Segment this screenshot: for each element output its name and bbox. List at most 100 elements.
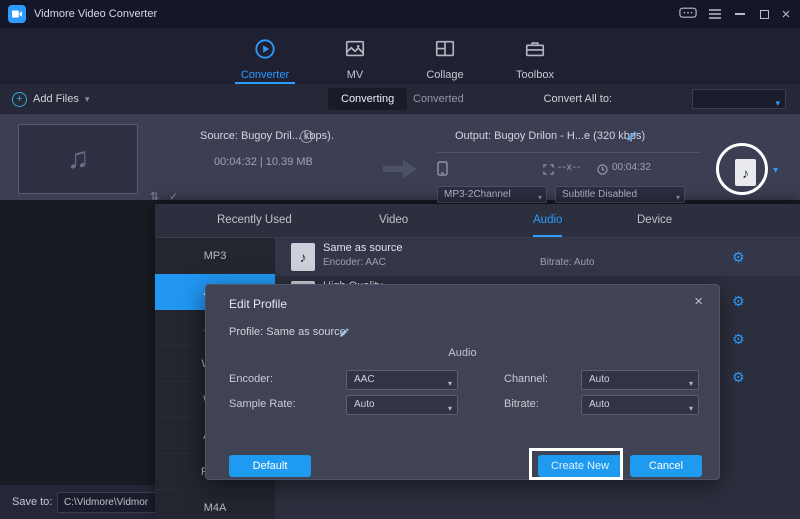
convert-all-select[interactable]: ▾ bbox=[692, 89, 786, 109]
tab-video[interactable]: Video bbox=[379, 204, 408, 237]
chevron-down-icon: ▾ bbox=[689, 400, 693, 418]
bitrate-value: Auto bbox=[589, 399, 610, 410]
chevron-down-icon: ▾ bbox=[538, 190, 542, 205]
chevron-down-icon: ▾ bbox=[775, 94, 780, 112]
chevron-down-icon: ▾ bbox=[676, 190, 680, 205]
tab-converting[interactable]: Converting bbox=[328, 88, 407, 110]
mv-icon bbox=[344, 38, 366, 65]
source-filename: Source: Bugoy Dril... kbps). bbox=[200, 130, 334, 142]
converter-icon bbox=[254, 38, 276, 65]
bitrate-select[interactable]: Auto ▾ bbox=[581, 395, 699, 415]
app-logo-icon bbox=[8, 5, 26, 23]
tab-recently-used[interactable]: Recently Used bbox=[217, 204, 292, 237]
save-to-label: Save to: bbox=[12, 485, 52, 519]
tab-toolbox[interactable]: Toolbox bbox=[505, 32, 565, 84]
crop-icon[interactable] bbox=[543, 162, 554, 180]
dialog-profile-name: Profile: Same as source bbox=[229, 326, 346, 338]
app-title: Vidmore Video Converter bbox=[34, 0, 157, 28]
settings-gear-icon[interactable]: ⚙ bbox=[732, 293, 745, 310]
feedback-icon[interactable] bbox=[676, 0, 700, 28]
chevron-down-icon: ▾ bbox=[85, 94, 90, 105]
tab-collage[interactable]: Collage bbox=[415, 32, 475, 84]
maximize-icon[interactable] bbox=[754, 0, 774, 28]
subtitle-select[interactable]: Subtitle Disabled ▾ bbox=[555, 186, 685, 203]
subtitle-select-value: Subtitle Disabled bbox=[562, 189, 637, 200]
convert-arrow-icon bbox=[383, 158, 417, 185]
main-nav: Converter MV Collage Toolbox bbox=[0, 28, 800, 84]
format-select-value: MP3-2Channel bbox=[444, 189, 511, 200]
dialog-title: Edit Profile bbox=[229, 297, 287, 311]
sample-rate-value: Auto bbox=[354, 399, 375, 410]
chevron-down-icon: ▾ bbox=[448, 375, 452, 393]
settings-gear-icon[interactable]: ⚙ bbox=[732, 331, 745, 348]
device-icon bbox=[437, 161, 448, 181]
music-notes-icon: ♫ bbox=[67, 142, 90, 176]
vidmore-app-window: Vidmore Video Converter × Converter MV bbox=[0, 0, 800, 519]
sample-rate-label: Sample Rate: bbox=[229, 398, 296, 410]
output-duration: 00:04:32 bbox=[612, 162, 651, 173]
close-icon[interactable]: × bbox=[776, 0, 796, 28]
minimize-icon[interactable] bbox=[730, 0, 750, 28]
encoder-label: Encoder: bbox=[229, 373, 273, 385]
encoder-select[interactable]: AAC ▾ bbox=[346, 370, 458, 390]
save-path-value: C:\Vidmore\Vidmor bbox=[64, 497, 148, 508]
sample-rate-select[interactable]: Auto ▾ bbox=[346, 395, 458, 415]
file-row: ♫ Source: Bugoy Dril... kbps). i 00:04:3… bbox=[0, 114, 800, 200]
toolbar: + Add Files ▾ Converting Converted Conve… bbox=[0, 84, 800, 114]
profile-bitrate: Bitrate: Auto bbox=[540, 257, 594, 268]
channel-select[interactable]: Auto ▾ bbox=[581, 370, 699, 390]
add-files-label: Add Files bbox=[33, 93, 79, 105]
info-icon[interactable]: i bbox=[300, 130, 313, 143]
profile-encoder: Encoder: AAC bbox=[323, 257, 386, 268]
cancel-button[interactable]: Cancel bbox=[630, 455, 702, 477]
sidebar-item-mp3[interactable]: MP3 bbox=[155, 238, 275, 274]
chevron-down-icon: ▾ bbox=[448, 400, 452, 418]
settings-gear-icon[interactable]: ⚙ bbox=[732, 369, 745, 386]
edit-profile-dialog: Edit Profile × Profile: Same as source A… bbox=[205, 284, 720, 480]
edit-output-icon[interactable] bbox=[626, 129, 638, 147]
profile-tabs: Recently Used Video Audio Device bbox=[155, 204, 800, 238]
channel-value: Auto bbox=[589, 374, 610, 385]
add-files-button[interactable]: + Add Files ▾ bbox=[12, 84, 89, 114]
tab-converted[interactable]: Converted bbox=[413, 84, 464, 114]
menu-icon[interactable] bbox=[704, 0, 726, 28]
encoder-value: AAC bbox=[354, 374, 375, 385]
tab-collage-label: Collage bbox=[426, 69, 463, 81]
trim-range[interactable]: --x-- bbox=[558, 162, 581, 173]
profile-doc-icon: ♪ bbox=[291, 243, 315, 271]
convert-all-label: Convert All to: bbox=[544, 84, 612, 114]
music-note-icon: ♪ bbox=[742, 165, 749, 181]
profile-chevron-down-icon[interactable]: ▾ bbox=[773, 165, 778, 176]
default-button[interactable]: Default bbox=[229, 455, 311, 477]
add-icon: + bbox=[12, 92, 27, 107]
collage-icon bbox=[434, 38, 456, 65]
settings-gear-icon[interactable]: ⚙ bbox=[732, 249, 745, 266]
tab-converter-label: Converter bbox=[241, 69, 289, 81]
tab-toolbox-label: Toolbox bbox=[516, 69, 554, 81]
duration-size: 00:04:32 | 10.39 MB bbox=[214, 156, 313, 168]
chevron-down-icon: ▾ bbox=[689, 375, 693, 393]
tab-mv[interactable]: MV bbox=[325, 32, 385, 84]
profile-title: Same as source bbox=[323, 242, 402, 254]
rename-profile-icon[interactable] bbox=[339, 325, 350, 343]
tab-audio[interactable]: Audio bbox=[533, 204, 562, 237]
sidebar-item-m4a[interactable]: M4A bbox=[155, 490, 275, 519]
clock-icon bbox=[597, 162, 608, 180]
profile-row-same-as-source[interactable]: ♪ Same as source Encoder: AAC Bitrate: A… bbox=[275, 238, 800, 276]
dialog-section-label: Audio bbox=[206, 347, 719, 359]
music-note-icon: ♪ bbox=[300, 249, 307, 265]
output-divider bbox=[437, 152, 700, 153]
tab-mv-label: MV bbox=[347, 69, 364, 81]
check-icon[interactable]: ✓ bbox=[169, 190, 178, 203]
toolbox-icon bbox=[524, 38, 546, 65]
create-new-button[interactable]: Create New bbox=[538, 455, 622, 477]
dialog-close-icon[interactable]: × bbox=[694, 293, 703, 310]
audio-thumbnail: ♫ bbox=[18, 124, 138, 194]
titlebar: Vidmore Video Converter × bbox=[0, 0, 800, 28]
tab-device[interactable]: Device bbox=[637, 204, 672, 237]
output-profile-button[interactable]: ♪ bbox=[735, 159, 756, 186]
tab-converter[interactable]: Converter bbox=[235, 32, 295, 84]
format-select[interactable]: MP3-2Channel ▾ bbox=[437, 186, 547, 203]
bitrate-label: Bitrate: bbox=[504, 398, 539, 410]
reorder-icon[interactable]: ⇅ bbox=[150, 190, 159, 203]
